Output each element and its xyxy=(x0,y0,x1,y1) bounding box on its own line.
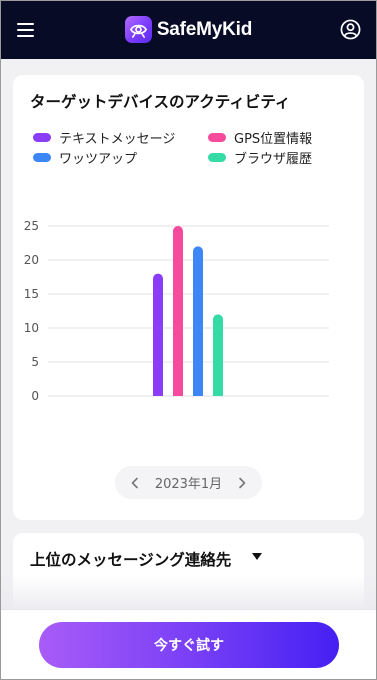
chevron-right-icon[interactable] xyxy=(234,475,250,491)
y-tick-label: 25 xyxy=(24,219,39,233)
brand[interactable]: SafeMyKid xyxy=(124,16,253,43)
scroll-fade xyxy=(0,575,377,610)
try-now-button[interactable]: 今すぐ試す xyxy=(39,622,339,668)
top-contacts-title: 上位のメッセージング連絡先 xyxy=(30,551,232,569)
bar-4[interactable] xyxy=(213,314,223,396)
caret-down-icon[interactable] xyxy=(252,553,262,560)
hamburger-menu-icon[interactable] xyxy=(17,23,34,37)
app-header: SafeMyKid xyxy=(0,0,377,59)
activity-bar-chart: 0 5 10 15 20 25 xyxy=(24,219,329,403)
y-tick-label: 15 xyxy=(24,287,39,301)
activity-card: ターゲットデバイスのアクティビティ テキストメッセージ GPS位置情報 ワッツア… xyxy=(13,75,364,520)
bar-3[interactable] xyxy=(193,246,203,396)
bar-1[interactable] xyxy=(153,273,163,396)
month-label: 2023年1月 xyxy=(154,477,223,492)
safemykid-logo-icon xyxy=(124,16,152,43)
bar-2[interactable] xyxy=(173,226,183,396)
month-switcher: 2023年1月 xyxy=(115,466,262,499)
y-tick-label: 5 xyxy=(31,355,39,369)
bottom-cta-bar: 今すぐ試す xyxy=(0,609,377,680)
user-circle-icon[interactable] xyxy=(340,19,361,40)
chevron-left-icon[interactable] xyxy=(127,475,143,491)
y-tick-label: 10 xyxy=(24,321,39,335)
brand-name: SafeMyKid xyxy=(156,18,253,40)
y-tick-label: 0 xyxy=(31,389,39,403)
y-tick-label: 20 xyxy=(24,253,39,267)
